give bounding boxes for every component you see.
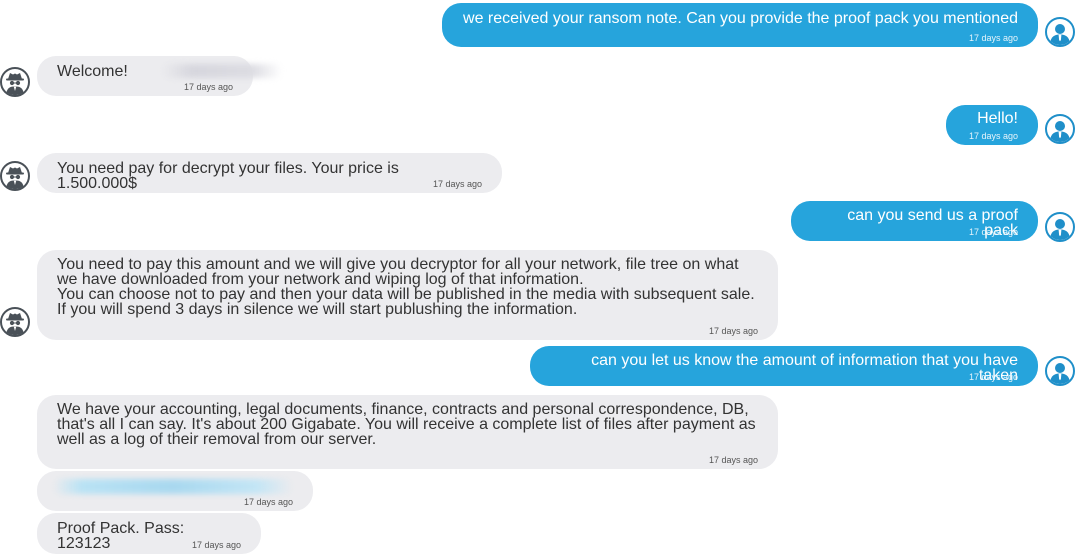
message-timestamp: 17 days ago	[968, 131, 1018, 141]
message-timestamp: 17 days ago	[708, 455, 758, 465]
message-timestamp: 17 days ago	[243, 497, 293, 507]
user-avatar-icon	[1045, 212, 1075, 242]
message-timestamp: 17 days ago	[968, 372, 1018, 382]
message-timestamp: 17 days ago	[968, 227, 1018, 237]
message-timestamp: 17 days ago	[708, 326, 758, 336]
message-timestamp: 17 days ago	[183, 82, 233, 92]
user-avatar-icon	[1045, 356, 1075, 386]
message-text: You need pay for decrypt your files. You…	[57, 160, 399, 192]
message-bubble-received: Welcome! 17 days ago	[37, 56, 282, 96]
spy-avatar-icon	[0, 67, 30, 97]
message-bubble-sent: Hello! 17 days ago	[946, 105, 1038, 145]
user-avatar-icon	[1045, 114, 1075, 144]
message-text: We have your accounting, legal documents…	[57, 401, 756, 448]
message-text: You need to pay this amount and we will …	[57, 256, 755, 318]
message-bubble-received: 17 days ago	[37, 471, 313, 511]
message-bubble-received: You need to pay this amount and we will …	[37, 250, 778, 340]
message-bubble-received: You need pay for decrypt your files. You…	[37, 153, 502, 193]
message-timestamp: 17 days ago	[968, 33, 1018, 43]
message-bubble-received: We have your accounting, legal documents…	[37, 395, 778, 469]
spy-avatar-icon	[0, 161, 30, 191]
spy-avatar-icon	[0, 307, 30, 337]
message-timestamp: 17 days ago	[432, 179, 482, 189]
user-avatar-icon	[1045, 17, 1075, 47]
message-timestamp: 17 days ago	[191, 540, 241, 550]
message-bubble-sent: can you send us a proof pack 17 days ago	[791, 201, 1038, 241]
message-text: we received your ransom note. Can you pr…	[463, 10, 1018, 27]
redacted-link	[53, 479, 293, 494]
message-bubble-sent: can you let us know the amount of inform…	[530, 346, 1038, 386]
message-bubble-sent: we received your ransom note. Can you pr…	[442, 3, 1038, 47]
message-bubble-received: Proof Pack. Pass: 123123 17 days ago	[37, 513, 261, 554]
redacted-text	[162, 64, 282, 78]
message-text: can you let us know the amount of inform…	[591, 352, 1018, 384]
message-text: Hello!	[977, 110, 1018, 127]
